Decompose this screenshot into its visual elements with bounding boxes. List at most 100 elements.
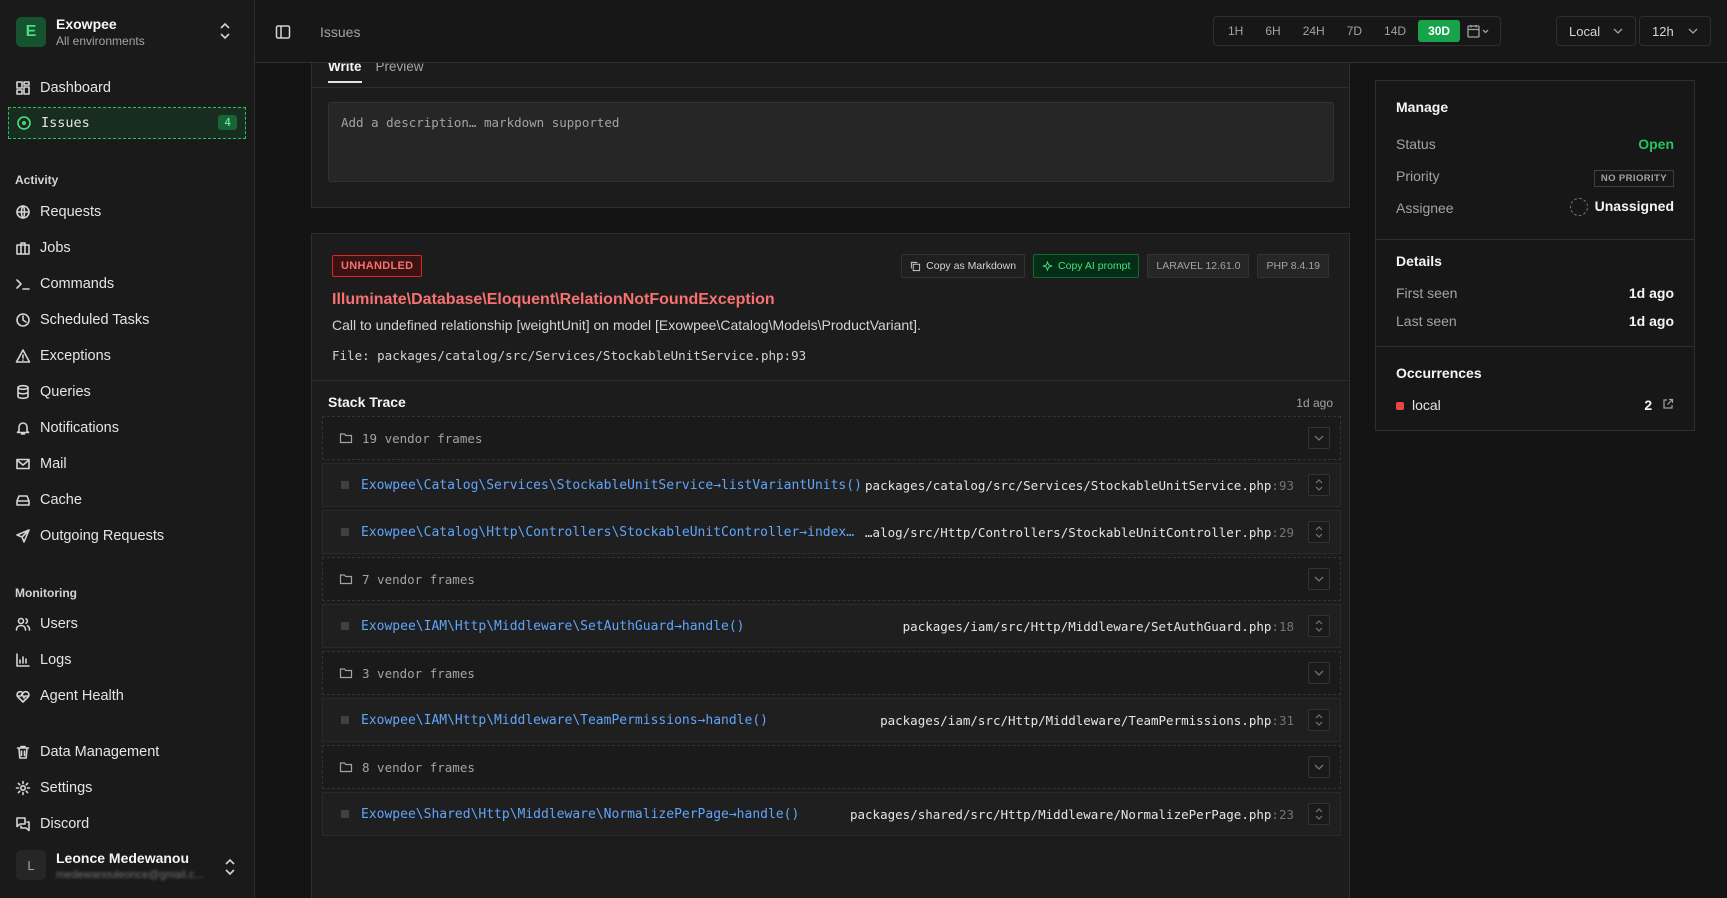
sidebar-item-notifications[interactable]: Notifications [8,412,246,444]
chevron-down-icon [1314,435,1324,441]
details-heading: Details [1396,253,1442,269]
sidebar-item-agent-health[interactable]: Agent Health [8,680,246,712]
copy-markdown-button[interactable]: Copy as Markdown [901,254,1026,278]
expand-button[interactable] [1308,427,1330,449]
timezone-select[interactable]: Local [1556,16,1636,46]
occurrence-count: 2 [1644,397,1653,413]
expand-button[interactable] [1308,662,1330,684]
sidebar-item-logs[interactable]: Logs [8,644,246,676]
user-menu[interactable]: L Leonce Medewanou medewanouleonce@gmail… [14,848,244,886]
range-1h[interactable]: 1H [1218,20,1253,42]
vendor-frames-label: 8 vendor frames [362,759,475,775]
sidebar-item-label: Commands [40,276,115,292]
frame-marker [341,528,349,536]
sidebar-item-issues[interactable]: Issues 4 [8,107,246,139]
frame-function: Exowpee\Catalog\Http\Controllers\Stockab… [361,524,855,540]
sidebar-item-label: Data Management [40,744,160,760]
frame-line: :31 [1271,712,1294,728]
stack-frame[interactable]: Exowpee\IAM\Http\Middleware\TeamPermissi… [322,698,1341,742]
monitoring-heading: Monitoring [15,586,77,600]
sidebar-item-label: Scheduled Tasks [40,312,150,328]
first-seen-value: 1d ago [1628,285,1674,301]
expand-button[interactable] [1308,709,1330,731]
sidebar-item-label: Queries [40,384,91,400]
expand-button[interactable] [1308,568,1330,590]
frame-function: Exowpee\IAM\Http\Middleware\TeamPermissi… [361,712,768,728]
range-7d[interactable]: 7D [1337,20,1372,42]
range-24h[interactable]: 24H [1293,20,1335,42]
sidebar-item-outgoing-requests[interactable]: Outgoing Requests [8,520,246,552]
stack-frame[interactable]: Exowpee\Catalog\Http\Controllers\Stockab… [322,510,1341,554]
chevron-down-icon [1314,576,1324,582]
frame-path: packages/iam/src/Http/Middleware/TeamPer… [880,713,1294,728]
vendor-frames-group[interactable]: 8 vendor frames [322,745,1341,789]
expand-button[interactable] [1308,615,1330,637]
sidebar-item-data-management[interactable]: Data Management [8,736,246,768]
vendor-frames-group[interactable]: 7 vendor frames [322,557,1341,601]
vendor-frames-group[interactable]: 19 vendor frames [322,416,1341,460]
last-seen-value: 1d ago [1628,313,1674,329]
sidebar-item-mail[interactable]: Mail [8,448,246,480]
environment-subtitle: All environments [56,34,145,48]
tab-write[interactable]: Write [328,63,362,83]
issues-count-badge: 4 [218,115,237,130]
expand-button[interactable] [1308,521,1330,543]
priority-value: NO PRIORITY [1593,170,1674,187]
sidebar-item-label: Agent Health [40,688,124,704]
expand-button[interactable] [1308,474,1330,496]
issue-circle-icon [16,115,32,131]
sidebar-item-label: Cache [40,492,82,508]
occurrence-count-link[interactable]: 2 [1644,397,1674,413]
sidebar-item-queries[interactable]: Queries [8,376,246,408]
environment-switcher[interactable]: E Exowpee All environments [14,14,239,52]
clock-format-select[interactable]: 12h [1639,16,1711,46]
chevron-updown-icon [220,22,230,40]
sidebar-item-commands[interactable]: Commands [8,268,246,300]
assignee-select[interactable]: Unassigned [1569,198,1674,217]
copy-ai-prompt-button[interactable]: Copy AI prompt [1033,254,1140,278]
exception-message: Call to undefined relationship [weightUn… [332,317,921,333]
frame-path: packages/shared/src/Http/Middleware/Norm… [850,807,1294,822]
issue-details-panel: Manage Status Open Priority NO PRIORITY … [1375,80,1695,431]
frame-file: …alog/src/Http/Controllers/StockableUnit… [865,524,1272,540]
priority-label: Priority [1396,168,1440,184]
sidebar-item-scheduled-tasks[interactable]: Scheduled Tasks [8,304,246,336]
status-badge[interactable]: Open [1638,136,1674,152]
range-30d[interactable]: 30D [1418,20,1461,42]
range-6h[interactable]: 6H [1255,20,1290,42]
expand-button[interactable] [1308,756,1330,778]
occurrence-env-name: local [1412,397,1441,413]
priority-select[interactable]: NO PRIORITY [1593,168,1674,187]
copy-icon [911,261,921,271]
stack-frame[interactable]: Exowpee\Shared\Http\Middleware\Normalize… [322,792,1341,836]
project-name: Exowpee [56,16,117,32]
sidebar-item-requests[interactable]: Requests [8,196,246,228]
stack-frame[interactable]: Exowpee\Catalog\Services\StockableUnitSe… [322,463,1341,507]
vendor-frames-group[interactable]: 3 vendor frames [322,651,1341,695]
range-14d[interactable]: 14D [1374,20,1416,42]
sidebar-item-dashboard[interactable]: Dashboard [8,72,246,104]
sidebar-item-settings[interactable]: Settings [8,772,246,804]
user-email: medewanouleonce@gmail.c... [56,869,204,881]
sidebar-item-discord[interactable]: Discord [8,808,246,840]
folder-icon [339,762,353,773]
sidebar-item-exceptions[interactable]: Exceptions [8,340,246,372]
chevron-down-icon [1314,764,1324,770]
expand-button[interactable] [1308,803,1330,825]
unhandled-badge: UNHANDLED [332,255,423,277]
stack-frame[interactable]: Exowpee\IAM\Http\Middleware\SetAuthGuard… [322,604,1341,648]
chevron-updown-icon [1315,479,1323,491]
sidebar-toggle-icon[interactable] [275,24,291,40]
calendar-picker-button[interactable] [1462,20,1496,42]
tab-preview[interactable]: Preview [376,63,424,89]
chat-bubbles-icon [15,816,31,832]
frame-file: packages/iam/src/Http/Middleware/SetAuth… [902,618,1272,634]
sidebar-item-jobs[interactable]: Jobs [8,232,246,264]
sidebar-item-users[interactable]: Users [8,608,246,640]
sidebar-item-cache[interactable]: Cache [8,484,246,516]
vendor-frames-label: 3 vendor frames [362,665,475,681]
user-name: Leonce Medewanou [56,850,190,866]
heart-pulse-icon [15,688,31,704]
frame-function: Exowpee\IAM\Http\Middleware\SetAuthGuard… [361,618,745,634]
description-input[interactable] [341,115,1321,169]
